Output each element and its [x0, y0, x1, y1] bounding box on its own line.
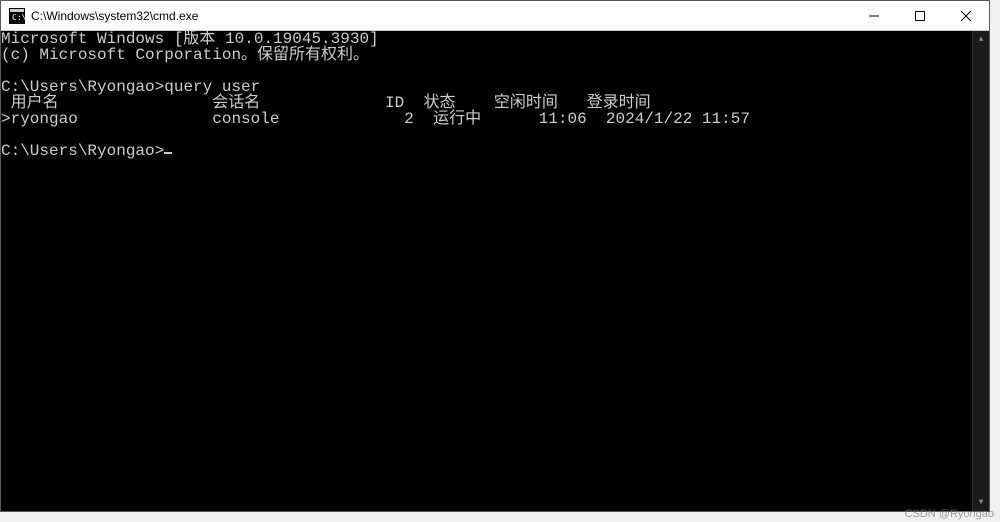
- close-button[interactable]: [943, 1, 989, 30]
- window-title: C:\Windows\system32\cmd.exe: [31, 9, 851, 23]
- prompt-2: C:\Users\Ryongao>: [1, 142, 164, 160]
- window-controls: [851, 1, 989, 30]
- query-row: >ryongao console 2 运行中 11:06 2024/1/22 1…: [1, 110, 750, 128]
- vertical-scrollbar[interactable]: ▲ ▼: [972, 31, 989, 511]
- watermark: CSDN @Ryongao: [905, 508, 994, 520]
- minimize-button[interactable]: [851, 1, 897, 30]
- cmd-window: C:\ C:\Windows\system32\cmd.exe Microsof…: [0, 0, 990, 512]
- banner-line-2: (c) Microsoft Corporation。保留所有权利。: [1, 46, 369, 64]
- maximize-button[interactable]: [897, 1, 943, 30]
- terminal-output: Microsoft Windows [版本 10.0.19045.3930] (…: [1, 31, 972, 511]
- svg-text:C:\: C:\: [12, 13, 25, 22]
- cursor: [164, 152, 172, 154]
- titlebar[interactable]: C:\ C:\Windows\system32\cmd.exe: [1, 1, 989, 31]
- terminal-area[interactable]: Microsoft Windows [版本 10.0.19045.3930] (…: [1, 31, 989, 511]
- scroll-up-icon[interactable]: ▲: [973, 31, 989, 48]
- cmd-icon: C:\: [9, 8, 25, 24]
